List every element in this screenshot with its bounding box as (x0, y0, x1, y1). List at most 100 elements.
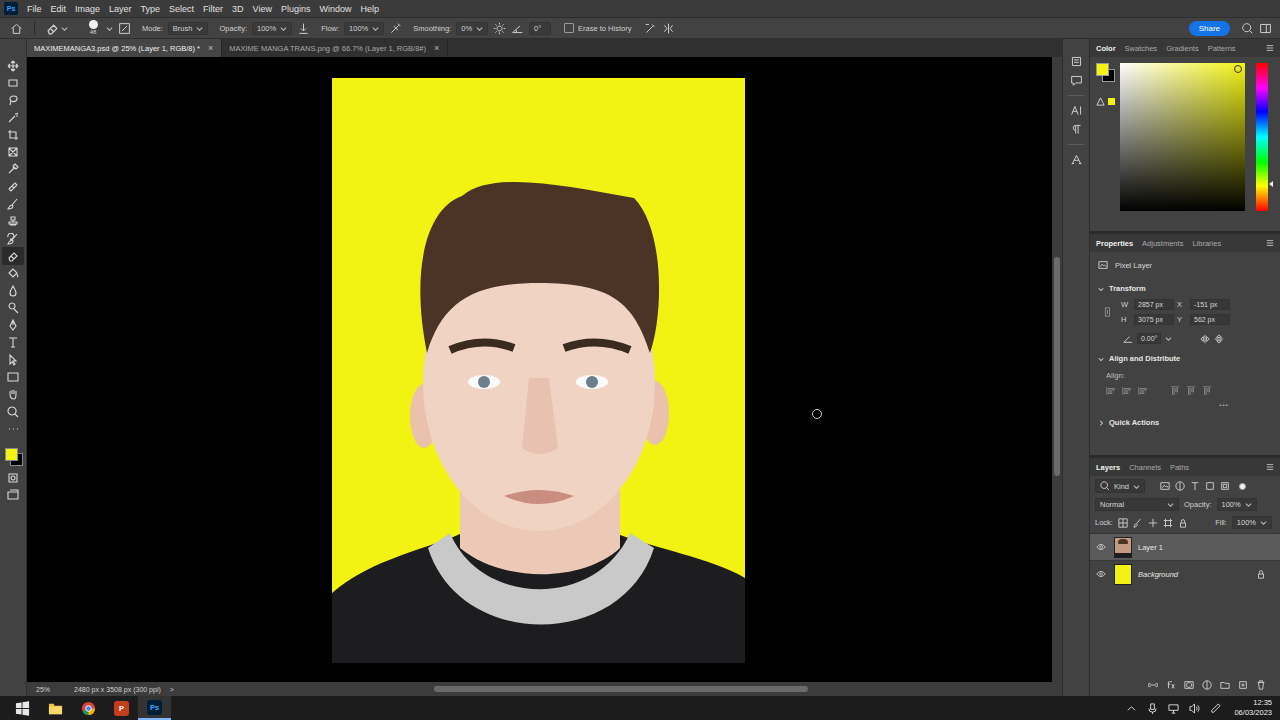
share-button[interactable]: Share (1189, 21, 1230, 36)
hue-slider[interactable] (1256, 63, 1268, 211)
adjustment-filter-icon[interactable] (1175, 481, 1185, 491)
tool-button[interactable] (2, 368, 24, 385)
chevron-down-icon[interactable] (106, 25, 113, 32)
menu-item[interactable]: Image (75, 4, 100, 14)
foreground-color-swatch[interactable] (1096, 63, 1109, 76)
photoshop-logo[interactable]: Ps (4, 2, 18, 15)
taskbar-app[interactable]: Ps (138, 696, 171, 720)
tool-button[interactable] (2, 92, 24, 109)
shape-filter-icon[interactable] (1205, 481, 1215, 491)
trash-icon[interactable] (1256, 680, 1266, 690)
chevron-down-icon[interactable] (1165, 335, 1172, 342)
taskbar-app[interactable] (72, 696, 105, 720)
history-icon[interactable] (1070, 55, 1083, 68)
blend-mode-select[interactable]: Normal (1095, 498, 1179, 511)
menu-item[interactable]: Select (169, 4, 194, 14)
more-options-button[interactable]: ••• (1219, 402, 1228, 408)
canvas[interactable] (27, 57, 1052, 682)
opacity-field[interactable]: 100% (252, 22, 292, 35)
menu-item[interactable]: Edit (51, 4, 67, 14)
new-layer-icon[interactable] (1238, 680, 1248, 690)
pressure-opacity-icon[interactable] (297, 22, 310, 35)
width-field[interactable]: 2857 px (1134, 299, 1174, 310)
scroll-thumb[interactable] (1054, 257, 1060, 476)
brush-settings-icon[interactable] (118, 22, 131, 35)
scroll-thumb[interactable] (434, 686, 808, 692)
network-icon[interactable] (1168, 703, 1179, 714)
taskbar-app[interactable] (39, 696, 72, 720)
layer-row[interactable]: Background (1090, 560, 1280, 587)
mode-select[interactable]: Brush (168, 22, 209, 35)
menu-item[interactable]: File (27, 4, 42, 14)
tool-button[interactable] (2, 57, 24, 74)
taskbar-app[interactable] (6, 696, 39, 720)
panel-menu-icon[interactable] (1266, 239, 1274, 247)
horizontal-scrollbar[interactable] (182, 686, 1052, 692)
link-layers-icon[interactable] (1148, 680, 1158, 690)
adjustment-layer-icon[interactable] (1202, 680, 1212, 690)
tool-button[interactable] (2, 420, 24, 437)
glyphs-icon[interactable] (1070, 153, 1083, 166)
layer-filter-select[interactable]: Kind (1095, 479, 1145, 493)
new-group-icon[interactable] (1220, 680, 1230, 690)
close-tab-button[interactable]: × (208, 43, 213, 53)
menu-item[interactable]: Filter (203, 4, 223, 14)
height-field[interactable]: 3075 px (1134, 314, 1174, 325)
layer-style-icon[interactable] (1166, 680, 1176, 690)
tool-button[interactable] (2, 195, 24, 212)
menu-item[interactable]: Plugins (281, 4, 311, 14)
tool-button[interactable] (2, 403, 24, 420)
tool-button[interactable] (2, 109, 24, 126)
tool-button[interactable] (2, 161, 24, 178)
saturation-brightness-field[interactable] (1120, 63, 1245, 211)
workspace-icon[interactable] (1259, 22, 1272, 35)
airbrush-icon[interactable] (389, 22, 402, 35)
quick-actions-section-header[interactable]: Quick Actions (1098, 414, 1272, 431)
document-tab[interactable]: MAXIME MANGA TRANS.png @ 66.7% (Layer 1,… (222, 39, 448, 57)
flip-vertical-icon[interactable] (1214, 334, 1224, 344)
tool-button[interactable] (2, 299, 24, 316)
panel-tab[interactable]: Layers (1092, 460, 1124, 475)
align-horizontal-icon[interactable] (1138, 386, 1148, 396)
toolbar-grip[interactable] (0, 39, 26, 57)
tool-preset-picker[interactable] (46, 22, 68, 35)
tool-button[interactable] (2, 213, 24, 230)
panel-menu-icon[interactable] (1266, 44, 1274, 52)
character-icon[interactable] (1070, 104, 1083, 117)
filter-toggle[interactable] (1239, 483, 1246, 490)
pixel-filter-icon[interactable] (1160, 481, 1170, 491)
panel-tab[interactable]: Color (1092, 41, 1120, 56)
tool-button[interactable] (2, 126, 24, 143)
brush-preset-picker[interactable]: 48 (85, 20, 101, 36)
tool-button[interactable] (2, 74, 24, 91)
visibility-eye-icon[interactable] (1096, 569, 1106, 579)
tool-button[interactable] (2, 143, 24, 160)
foreground-color-swatch[interactable] (5, 448, 18, 461)
gamut-warning-icon[interactable] (1096, 97, 1105, 106)
tool-button[interactable] (2, 282, 24, 299)
status-menu-button[interactable]: > (170, 686, 174, 693)
align-vertical-icon[interactable] (1202, 386, 1212, 396)
flow-field[interactable]: 100% (344, 22, 384, 35)
panel-tab[interactable]: Channels (1125, 460, 1165, 475)
hue-marker[interactable] (1269, 181, 1273, 187)
tool-button[interactable] (2, 178, 24, 195)
tool-button[interactable] (2, 265, 24, 282)
lock-position-icon[interactable] (1148, 518, 1158, 528)
zoom-level[interactable]: 25% (36, 686, 74, 693)
layer-fill-field[interactable]: 100% (1232, 516, 1272, 529)
microphone-icon[interactable] (1147, 703, 1158, 714)
panel-tab[interactable]: Libraries (1188, 236, 1225, 251)
panel-tab[interactable]: Swatches (1121, 41, 1162, 56)
y-field[interactable]: 562 px (1190, 314, 1230, 325)
lock-artboard-icon[interactable] (1163, 518, 1173, 528)
color-swatches[interactable] (3, 440, 23, 470)
tool-button[interactable] (2, 386, 24, 403)
visibility-eye-icon[interactable] (1096, 542, 1106, 552)
taskbar-app[interactable]: P (105, 696, 138, 720)
type-filter-icon[interactable] (1190, 481, 1200, 491)
transform-section-header[interactable]: Transform (1098, 280, 1272, 297)
add-mask-icon[interactable] (1184, 680, 1194, 690)
lock-pixels-icon[interactable] (1133, 518, 1143, 528)
menu-item[interactable]: 3D (232, 4, 244, 14)
